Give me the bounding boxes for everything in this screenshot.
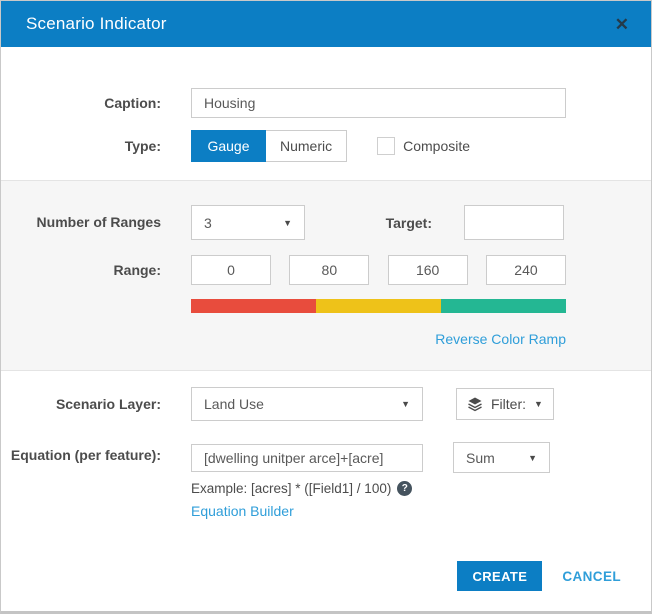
aggregation-dropdown[interactable]: Sum ▼ (453, 442, 550, 473)
dialog-footer: CREATE CANCEL (457, 561, 621, 591)
filter-button[interactable]: Filter: ▼ (456, 388, 554, 420)
ramp-segment-yellow (316, 299, 441, 313)
target-label: Target: (386, 215, 432, 231)
layers-icon (467, 396, 483, 412)
equation-builder-link[interactable]: Equation Builder (191, 503, 294, 519)
composite-checkbox[interactable] (377, 137, 395, 155)
range-input-2[interactable] (289, 255, 369, 285)
filter-label: Filter: (491, 396, 526, 412)
help-icon[interactable]: ? (397, 481, 412, 496)
range-input-1[interactable] (191, 255, 271, 285)
chevron-down-icon: ▼ (273, 218, 292, 228)
type-option-numeric[interactable]: Numeric (266, 130, 347, 162)
equation-builder-row: Equation Builder (191, 503, 651, 521)
range-inputs (191, 255, 566, 285)
composite-group: Composite (377, 137, 470, 155)
reverse-color-ramp-link[interactable]: Reverse Color Ramp (435, 331, 566, 347)
color-ramp (191, 299, 566, 313)
dialog-title: Scenario Indicator (26, 14, 167, 34)
ranges-panel: Number of Ranges 3 ▼ Target: Range: (1, 180, 651, 371)
reverse-color-ramp-row: Reverse Color Ramp (191, 331, 566, 349)
number-of-ranges-dropdown[interactable]: 3 ▼ (191, 205, 305, 240)
type-label: Type: (1, 137, 161, 156)
type-option-gauge[interactable]: Gauge (191, 130, 266, 162)
ramp-segment-red (191, 299, 316, 313)
type-segmented-control: Gauge Numeric (191, 130, 347, 162)
scenario-indicator-dialog: Scenario Indicator ✕ Caption: Type: Gaug… (0, 0, 652, 614)
equation-row: Equation (per feature): Sum ▼ (1, 442, 651, 473)
equation-input[interactable] (191, 444, 423, 472)
range-input-3[interactable] (388, 255, 468, 285)
equation-example-text: Example: [acres] * ([Field1] / 100) (191, 481, 391, 496)
create-button[interactable]: CREATE (457, 561, 542, 591)
number-of-ranges-value: 3 (204, 215, 212, 231)
chevron-down-icon: ▼ (391, 399, 410, 409)
chevron-down-icon: ▼ (518, 453, 537, 463)
number-of-ranges-label: Number of Ranges (1, 213, 161, 232)
scenario-layer-label: Scenario Layer: (1, 395, 161, 414)
scenario-layer-value: Land Use (204, 396, 264, 412)
equation-label: Equation (per feature): (1, 442, 161, 465)
composite-label: Composite (403, 138, 470, 154)
caption-row: Caption: (1, 88, 651, 118)
range-input-4[interactable] (486, 255, 566, 285)
target-input[interactable] (464, 205, 564, 240)
cancel-button[interactable]: CANCEL (562, 569, 621, 584)
close-icon[interactable]: ✕ (615, 16, 629, 33)
scenario-layer-dropdown[interactable]: Land Use ▼ (191, 387, 423, 421)
scenario-layer-row: Scenario Layer: Land Use ▼ Filter: ▼ (1, 387, 651, 421)
number-of-ranges-row: Number of Ranges 3 ▼ Target: (1, 205, 651, 240)
chevron-down-icon: ▼ (534, 399, 543, 409)
dialog-header: Scenario Indicator ✕ (1, 1, 651, 47)
caption-input[interactable] (191, 88, 566, 118)
range-row: Range: (1, 255, 651, 285)
equation-example-row: Example: [acres] * ([Field1] / 100) ? (191, 481, 651, 496)
ramp-segment-green (441, 299, 566, 313)
aggregation-value: Sum (466, 450, 495, 466)
range-label: Range: (1, 261, 161, 280)
caption-label: Caption: (1, 94, 161, 113)
type-row: Type: Gauge Numeric Composite (1, 130, 651, 162)
